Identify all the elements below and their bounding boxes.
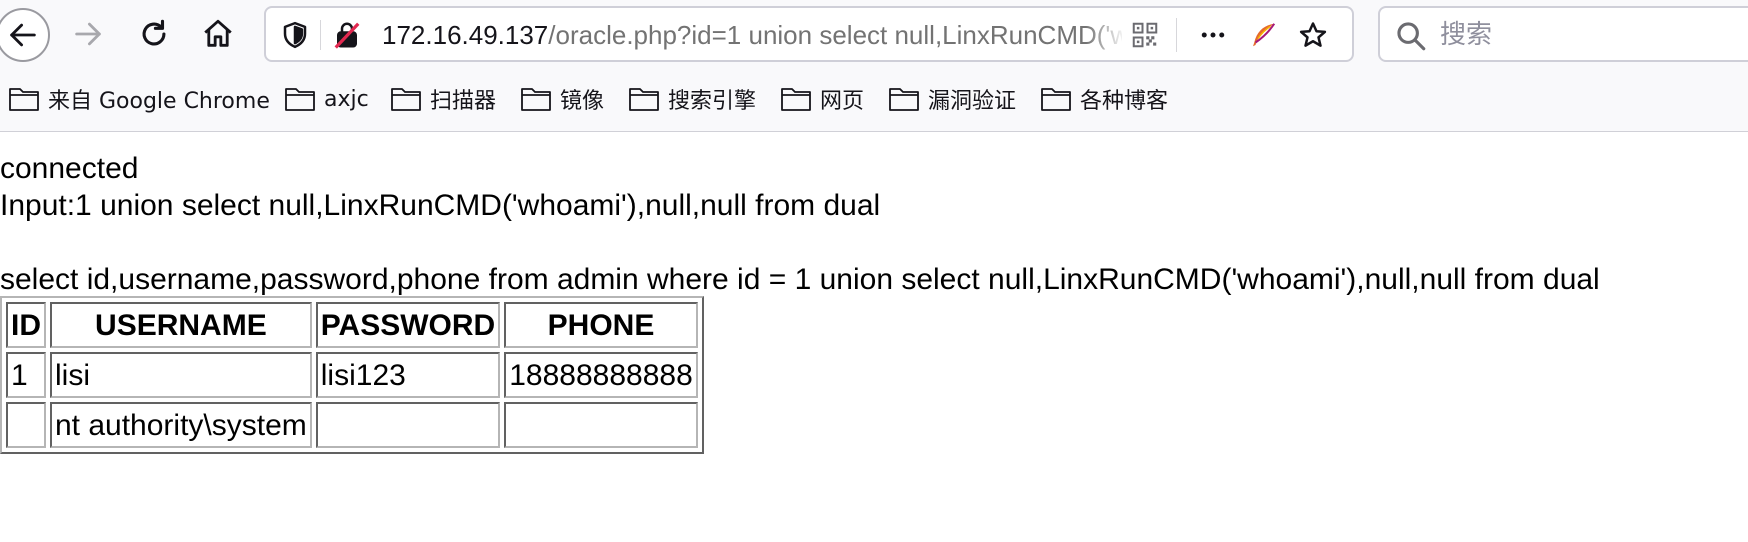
- arrow-left-icon: [10, 23, 36, 47]
- url-path: /oracle.php?id=1 union select null,LinxR…: [548, 20, 1122, 50]
- bookmark-label: 镜像: [560, 89, 605, 114]
- search-bar[interactable]: [1378, 6, 1748, 62]
- home-icon: [204, 19, 232, 47]
- table-header-row: ID USERNAME PASSWORD PHONE: [6, 302, 698, 348]
- url-host: 172.16.49.137: [382, 20, 549, 50]
- folder-icon: [521, 88, 551, 111]
- bookmarks-bar: 来自 Google Chrome axjc 扫描器 镜像 搜索引擎 网页 漏洞验…: [0, 68, 1748, 132]
- folder-icon: [781, 88, 811, 111]
- column-header-phone: PHONE: [504, 302, 698, 348]
- bookmark-folder-google-chrome[interactable]: 来自 Google Chrome: [8, 82, 270, 116]
- sql-query: select id,username,password,phone from a…: [0, 263, 1600, 296]
- folder-icon: [629, 88, 659, 111]
- column-header-id: ID: [6, 302, 46, 348]
- star-icon[interactable]: [1296, 18, 1330, 52]
- cell-phone: 18888888888: [504, 352, 698, 398]
- url-text[interactable]: 172.16.49.137/oracle.php?id=1 union sele…: [382, 18, 1122, 52]
- input-echo: Input:1 union select null,LinxRunCMD('wh…: [0, 189, 881, 222]
- bookmark-folder-axjc[interactable]: axjc: [284, 82, 369, 116]
- cell-username: nt authority\system: [50, 402, 312, 448]
- bookmark-folder-mirror[interactable]: 镜像: [520, 82, 604, 116]
- arrow-right-icon: [75, 22, 101, 46]
- qr-code-icon[interactable]: [1128, 18, 1162, 52]
- bookmark-label: 扫描器: [430, 89, 497, 114]
- bookmark-folder-blogs[interactable]: 各种博客: [1040, 82, 1168, 116]
- cell-id: [6, 402, 46, 448]
- connection-status: connected: [0, 152, 139, 185]
- cell-id: 1: [6, 352, 46, 398]
- url-separator: [320, 20, 321, 50]
- bookmark-label: axjc: [324, 86, 369, 112]
- cell-phone: [504, 402, 698, 448]
- column-header-username: USERNAME: [50, 302, 312, 348]
- more-icon[interactable]: [1196, 18, 1230, 52]
- cell-password: lisi123: [315, 352, 501, 398]
- address-bar[interactable]: 172.16.49.137/oracle.php?id=1 union sele…: [264, 6, 1354, 62]
- back-button[interactable]: [0, 8, 50, 62]
- browser-toolbar: 172.16.49.137/oracle.php?id=1 union sele…: [0, 0, 1748, 68]
- bookmark-label: 搜索引擎: [668, 89, 757, 114]
- table-row: 1 lisi lisi123 18888888888: [6, 352, 698, 398]
- bookmark-folder-search-engines[interactable]: 搜索引擎: [628, 82, 756, 116]
- bookmark-label: 各种博客: [1080, 89, 1169, 114]
- result-table: ID USERNAME PASSWORD PHONE 1 lisi lisi12…: [0, 296, 704, 454]
- search-icon: [1397, 22, 1426, 51]
- cell-password: [315, 402, 501, 448]
- folder-icon: [1041, 88, 1071, 111]
- home-button[interactable]: [192, 8, 244, 60]
- page-content: connected Input:1 union select null,Linx…: [0, 150, 1748, 454]
- folder-icon: [391, 88, 421, 111]
- reload-button[interactable]: [128, 8, 180, 60]
- search-input[interactable]: [1438, 16, 1742, 54]
- forward-button[interactable]: [62, 8, 114, 60]
- folder-icon: [889, 88, 919, 111]
- reload-icon: [142, 19, 166, 46]
- url-fade: [1086, 16, 1126, 54]
- bookmark-folder-scanner[interactable]: 扫描器: [390, 82, 496, 116]
- table-row: nt authority\system: [6, 402, 698, 448]
- shield-icon[interactable]: [278, 18, 312, 52]
- bookmark-label: 网页: [820, 89, 865, 114]
- folder-icon: [285, 88, 315, 111]
- column-header-password: PASSWORD: [315, 302, 501, 348]
- url-separator-2: [1176, 18, 1177, 52]
- bookmark-folder-webpages[interactable]: 网页: [780, 82, 864, 116]
- folder-icon: [9, 88, 39, 111]
- bookmark-folder-vuln-verify[interactable]: 漏洞验证: [888, 82, 1016, 116]
- feather-icon[interactable]: [1246, 18, 1280, 52]
- bookmark-label: 来自 Google Chrome: [48, 89, 270, 114]
- cell-username: lisi: [50, 352, 312, 398]
- bookmark-label: 漏洞验证: [928, 89, 1017, 114]
- insecure-lock-icon[interactable]: [330, 18, 364, 52]
